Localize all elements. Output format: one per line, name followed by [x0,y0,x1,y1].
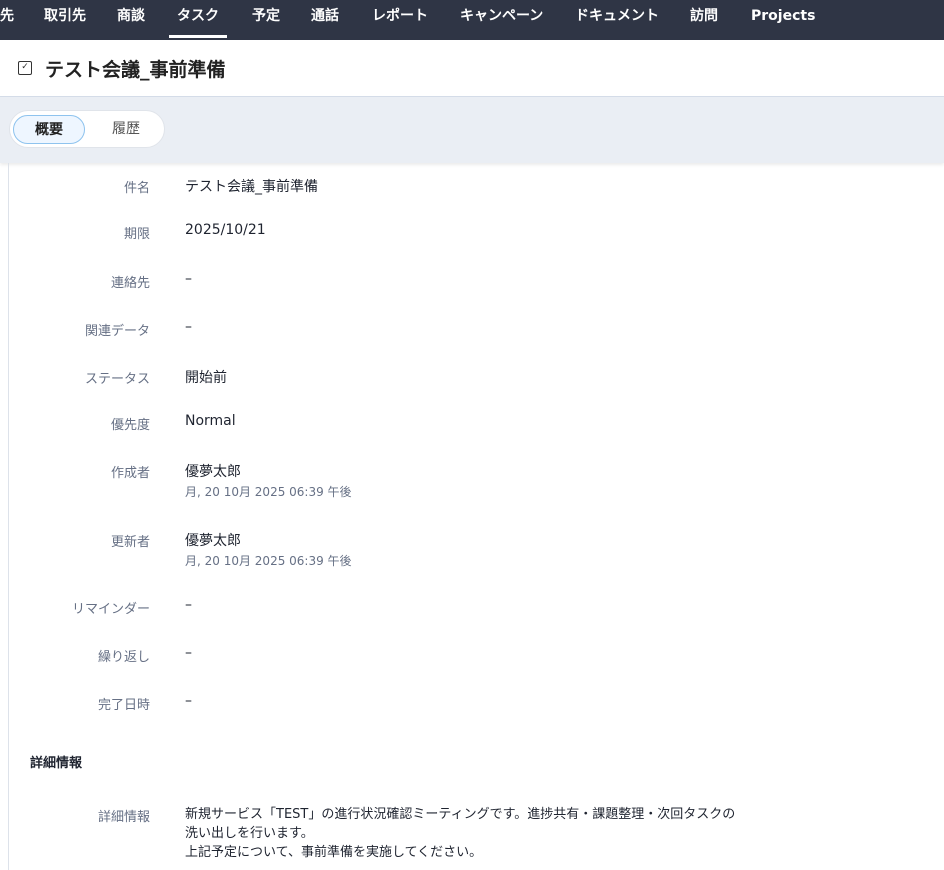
top-nav: 先 取引先 商談 タスク 予定 通話 レポート キャンペーン ドキュメント 訪問… [0,0,944,40]
field-label: 詳細情報 [97,810,150,825]
nav-item-campaigns[interactable]: キャンペーン [460,0,543,40]
section-title-details: 詳細情報 [30,756,83,771]
field-timestamp: 月, 20 10月 2025 06:39 午後 [185,485,352,499]
field-label: 繰り返し [97,650,150,665]
field-label: 期限 [123,227,150,242]
nav-item-reports[interactable]: レポート [372,0,428,40]
field-value: Normal [185,413,236,429]
detail-line: 新規サービス「TEST」の進行状況確認ミーティングです。進捗共有・課題整理・次回… [185,807,736,822]
field-label: 更新者 [110,535,150,550]
tab-switcher: 概要 履歴 [9,110,165,148]
task-check-icon: ✓ [18,61,32,75]
field-value: 開始前 [185,370,227,386]
nav-item-deals[interactable]: 商談 [117,0,145,40]
field-label: 連絡先 [110,276,150,291]
field-value-details: 新規サービス「TEST」の進行状況確認ミーティングです。進捗共有・課題整理・次回… [185,805,785,862]
field-value: – [185,645,192,661]
page-title: テスト会議_事前準備 [45,59,226,81]
field-value: – [185,597,192,613]
field-label: 関連データ [84,324,150,339]
tab-overview[interactable]: 概要 [13,115,85,144]
field-timestamp: 月, 20 10月 2025 06:39 午後 [185,554,352,568]
nav-item-events[interactable]: 予定 [252,0,280,40]
tab-history[interactable]: 履歴 [90,115,162,144]
nav-item-calls[interactable]: 通話 [311,0,339,40]
field-value: 2025/10/21 [185,222,266,238]
record-details: 詳細情報 詳細情報 新規サービス「TEST」の進行状況確認ミーティングです。進捗… [8,163,944,870]
field-label: 件名 [123,181,150,196]
field-value: テスト会議_事前準備 [185,179,318,195]
field-label: ステータス [84,372,150,387]
nav-item-0[interactable]: 先 [0,0,14,40]
field-label: リマインダー [71,602,150,617]
field-label: 優先度 [110,418,150,433]
nav-item-projects[interactable]: Projects [751,0,815,40]
field-value: – [185,271,192,287]
nav-item-documents[interactable]: ドキュメント [575,0,659,40]
nav-item-visits[interactable]: 訪問 [690,0,718,40]
tab-bar: 概要 履歴 [0,97,944,163]
nav-item-accounts[interactable]: 取引先 [44,0,86,40]
field-value: – [185,319,192,335]
field-value: 優夢太郎 [185,464,241,480]
field-label: 作成者 [110,466,150,481]
field-value: 優夢太郎 [185,533,241,549]
detail-line: 上記予定について、事前準備を実施してください。 [185,845,483,860]
detail-line: 洗い出しを行います。 [185,826,314,841]
field-value: – [185,693,192,709]
record-header: ✓ テスト会議_事前準備 [0,40,944,97]
field-label: 完了日時 [97,698,150,713]
nav-item-tasks[interactable]: タスク [169,0,227,40]
